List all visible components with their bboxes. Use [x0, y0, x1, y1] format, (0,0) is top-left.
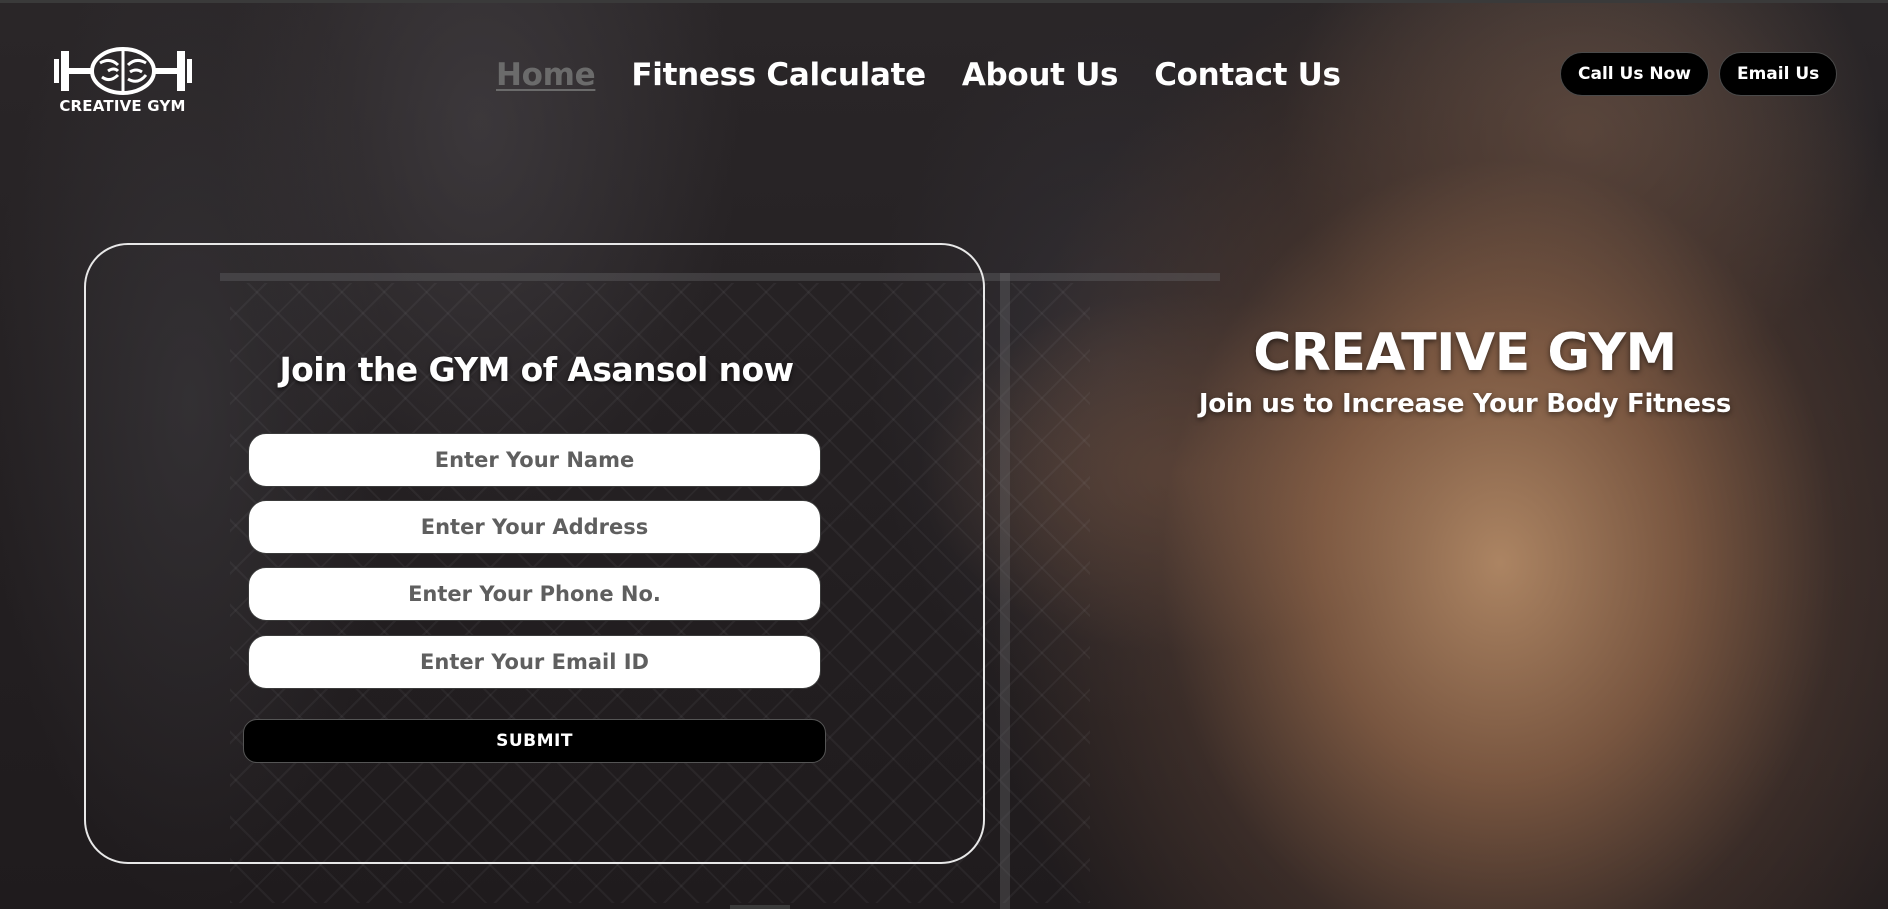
hero-subtitle: Join us to Increase Your Body Fitness: [1198, 389, 1732, 419]
form-title: Join the GYM of Asansol now: [279, 350, 795, 389]
logo[interactable]: CREATIVE GYM: [50, 45, 195, 117]
submit-button[interactable]: SUBMIT: [243, 719, 826, 763]
nav-link-contact-us[interactable]: Contact Us: [1154, 57, 1341, 93]
main-nav: Home Fitness Calculate About Us Contact …: [496, 57, 1341, 93]
nav-link-about-us[interactable]: About Us: [962, 57, 1119, 93]
address-input[interactable]: [248, 500, 821, 554]
phone-input[interactable]: [248, 567, 821, 621]
nav-link-fitness-calculate[interactable]: Fitness Calculate: [631, 57, 926, 93]
join-form-card: Join the GYM of Asansol now SUBMIT: [84, 243, 985, 864]
cage-post: [1000, 273, 1010, 909]
hero: CREATIVE GYM Join us to Increase Your Bo…: [1170, 321, 1760, 419]
header-actions: Call Us Now Email Us: [1560, 52, 1838, 96]
call-us-now-button[interactable]: Call Us Now: [1560, 52, 1709, 96]
logo-text: CREATIVE GYM: [59, 97, 186, 115]
dumbbell-brain-icon: [54, 47, 192, 95]
email-input[interactable]: [248, 635, 821, 689]
scroll-indicator: [730, 905, 790, 909]
nav-link-home[interactable]: Home: [496, 57, 596, 93]
email-us-button[interactable]: Email Us: [1718, 52, 1838, 96]
name-input[interactable]: [248, 433, 821, 487]
hero-title: CREATIVE GYM: [1253, 323, 1677, 383]
page: CREATIVE GYM Home Fitness Calculate Abou…: [0, 0, 1888, 909]
